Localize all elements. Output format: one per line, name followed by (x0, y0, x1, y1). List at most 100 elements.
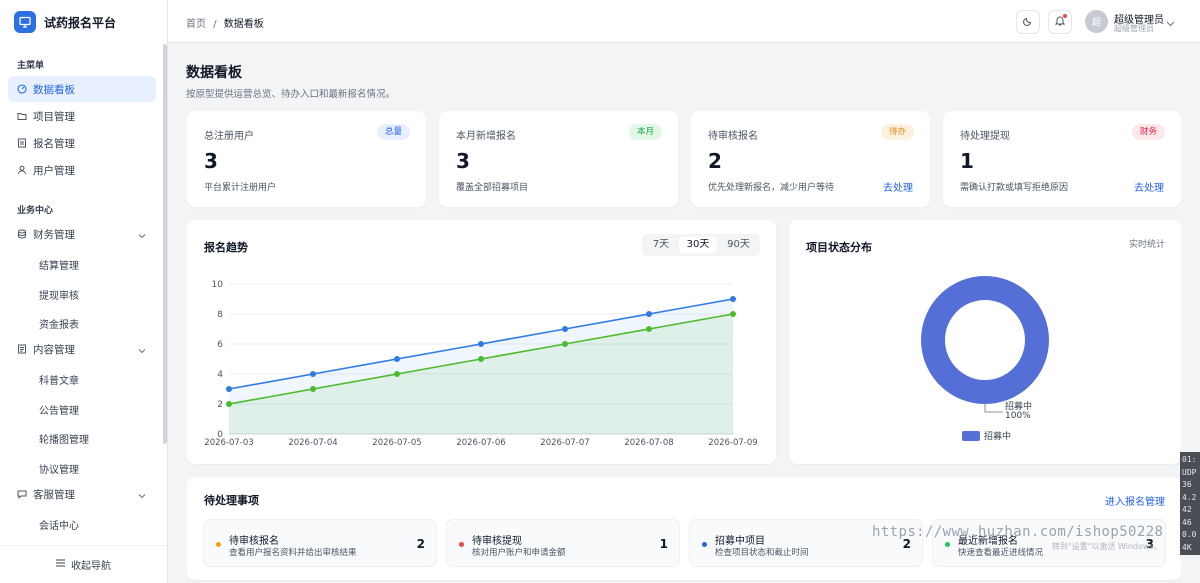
x-tick-label: 2026-07-07 (540, 438, 589, 448)
section-main-label: 主菜单 (17, 61, 45, 71)
terminal-line: 0.0 (1182, 530, 1197, 539)
stat-value: 2 (708, 149, 722, 173)
x-tick-label: 2026-07-08 (624, 438, 673, 448)
user-icon (17, 165, 27, 175)
breadcrumb: 首页 / 数据看板 (186, 15, 264, 30)
document-icon (17, 138, 27, 148)
pending-item-review[interactable]: 待审核报名 查看用户报名资料并给出审核结果 2 (203, 519, 437, 567)
sidebar-scrollbar[interactable] (163, 44, 167, 444)
status-badge: 本月 (628, 124, 662, 140)
status-dot (702, 542, 707, 547)
menu-icon (56, 559, 65, 570)
pending-title: 待处理事项 (204, 494, 259, 507)
sidebar-subitem-notices[interactable]: 公告管理 (39, 402, 79, 417)
pending-item-name: 待审核提现 (472, 536, 522, 547)
stat-value: 3 (456, 149, 470, 173)
sidebar-group-content[interactable]: 内容管理 (8, 336, 156, 362)
sidebar-group-label: 内容管理 (33, 343, 75, 356)
terminal-line: 4K (1182, 542, 1192, 552)
y-tick-label: 10 (212, 280, 224, 290)
sidebar-subitem-banners[interactable]: 轮播图管理 (39, 431, 89, 446)
data-point (730, 296, 736, 302)
go-handle-withdraw-link[interactable]: 去处理 (1134, 179, 1164, 194)
article-icon (17, 344, 27, 354)
page-title: 数据看板 (186, 65, 242, 81)
sidebar-item-registrations[interactable]: 报名管理 (8, 130, 156, 156)
stat-label: 总注册用户 (204, 131, 254, 142)
terminal-line: UDP (1182, 467, 1197, 477)
breadcrumb-separator: / (213, 19, 217, 30)
sidebar-group-service[interactable]: 客服管理 (8, 481, 156, 507)
sidebar-subitem-settlement[interactable]: 结算管理 (39, 257, 79, 272)
data-point (478, 356, 484, 362)
stat-desc: 需确认打款或填写拒绝原因 (960, 183, 1069, 193)
sidebar-subitem-withdraw-review[interactable]: 提现审核 (39, 287, 79, 302)
moon-icon (1023, 16, 1033, 29)
status-badge: 财务 (1131, 124, 1165, 140)
stat-desc: 优先处理新报名，减少用户等待 (708, 183, 835, 193)
status-dot (945, 542, 950, 547)
sidebar-item-label: 报名管理 (33, 137, 75, 150)
data-point (226, 401, 232, 407)
monitor-icon (14, 11, 36, 33)
leader-line (984, 404, 1003, 413)
page-subtitle: 按原型提供运营总览、待办入口和最新报名情况。 (186, 89, 396, 100)
sidebar-item-label: 项目管理 (33, 110, 75, 123)
status-badge: 总量 (376, 124, 410, 140)
sidebar-subitem-agreements[interactable]: 协议管理 (39, 461, 79, 476)
stat-desc: 覆盖全部招募项目 (456, 183, 529, 193)
sidebar-group-label: 客服管理 (33, 488, 75, 501)
topbar: 首页 / 数据看板 超 超级管理员 超级管理员 (168, 0, 1200, 43)
trend-card: 报名趋势 7天 30天 90天 0 2 4 6 8 10 2026-07-03 2026-0… (187, 220, 776, 464)
chevron-down-icon[interactable] (1166, 17, 1175, 30)
sidebar-subitem-sessions[interactable]: 会话中心 (39, 517, 79, 532)
terminal-overlay: 01: UDP 36 4.2 42 46 0.0 4K (1180, 452, 1200, 555)
go-handle-review-link[interactable]: 去处理 (883, 179, 913, 194)
pending-item-withdraw[interactable]: 待审核提现 核对用户账户和申请金额 1 (446, 519, 680, 567)
stat-card-total-users: 总注册用户 总量 3 平台累计注册用户 (187, 111, 426, 207)
y-tick-label: 4 (217, 370, 223, 380)
chevron-down-icon (138, 490, 146, 502)
x-tick-label: 2026-07-09 (708, 438, 757, 448)
sidebar-item-users[interactable]: 用户管理 (8, 157, 156, 183)
pending-item-name: 招募中项目 (715, 536, 765, 547)
notification-dot (1063, 14, 1067, 18)
breadcrumb-current: 数据看板 (223, 19, 264, 30)
stat-label: 待审核报名 (708, 131, 758, 142)
data-point (310, 371, 316, 377)
status-badge: 待办 (880, 124, 914, 140)
pending-item-desc: 快速查看最近进线情况 (958, 548, 1044, 558)
stat-value: 1 (960, 149, 974, 173)
sidebar-item-projects[interactable]: 项目管理 (8, 103, 156, 129)
brand[interactable]: 试药报名平台 (0, 0, 167, 44)
database-icon (17, 229, 27, 239)
x-tick-label: 2026-07-06 (456, 438, 505, 448)
data-point (478, 341, 484, 347)
sidebar-group-finance[interactable]: 财务管理 (8, 221, 156, 247)
x-tick-label: 2026-07-05 (372, 438, 421, 448)
stat-card-pending-review: 待审核报名 待办 2 优先处理新报名，减少用户等待 去处理 (691, 111, 930, 207)
x-tick-label: 2026-07-03 (204, 438, 253, 448)
y-tick-label: 6 (217, 340, 223, 350)
section-business-label: 业务中心 (17, 206, 54, 216)
terminal-line: 4.2 (1182, 492, 1197, 502)
stat-value: 3 (204, 149, 218, 173)
pending-item-desc: 检查项目状态和截止时间 (715, 548, 809, 558)
notification-button[interactable] (1048, 10, 1072, 34)
terminal-line: 46 (1182, 517, 1192, 527)
pending-item-count: 1 (659, 537, 668, 551)
collapse-nav-button[interactable]: 收起导航 (0, 545, 167, 583)
sidebar-group-label: 财务管理 (33, 228, 75, 241)
sidebar-subitem-fund-report[interactable]: 资金报表 (39, 316, 79, 331)
stat-desc: 平台累计注册用户 (204, 183, 277, 193)
chat-icon (17, 489, 27, 499)
sidebar-item-dashboard[interactable]: 数据看板 (8, 76, 156, 102)
breadcrumb-home[interactable]: 首页 (186, 19, 206, 30)
chevron-down-icon (138, 230, 146, 242)
stat-label: 待处理提现 (960, 131, 1010, 142)
sidebar-subitem-articles[interactable]: 科普文章 (39, 372, 79, 387)
go-registrations-link[interactable]: 进入报名管理 (1105, 493, 1165, 508)
theme-toggle-button[interactable] (1016, 10, 1040, 34)
data-point (394, 371, 400, 377)
avatar[interactable]: 超 (1085, 10, 1108, 33)
